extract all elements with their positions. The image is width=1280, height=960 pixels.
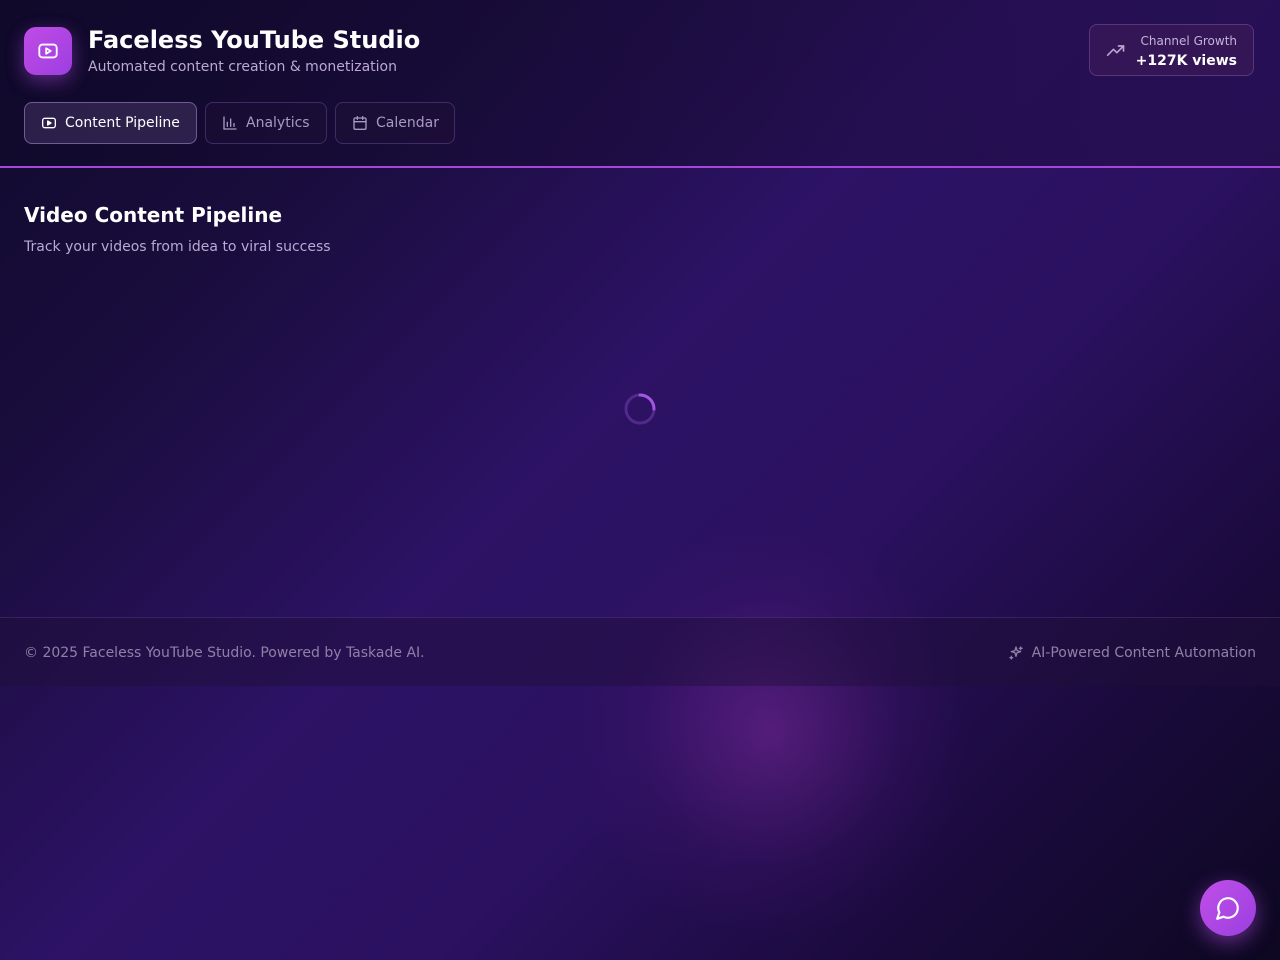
youtube-play-icon <box>37 40 59 62</box>
chat-button[interactable] <box>1200 880 1256 936</box>
channel-growth-value: +127K views <box>1135 53 1237 69</box>
channel-growth-label: Channel Growth <box>1140 34 1237 48</box>
page-title: Video Content Pipeline <box>24 203 283 227</box>
app-logo <box>24 27 72 75</box>
footer-tagline-group: AI-Powered Content Automation <box>1008 644 1256 662</box>
footer-tagline: AI-Powered Content Automation <box>1031 645 1256 661</box>
page-subtitle: Track your videos from idea to viral suc… <box>24 239 331 255</box>
tab-label: Analytics <box>246 115 310 131</box>
app-subtitle: Automated content creation & monetizatio… <box>88 59 397 75</box>
app-footer: © 2025 Faceless YouTube Studio. Powered … <box>0 617 1280 686</box>
chat-bubble-icon <box>1215 895 1241 921</box>
footer-copyright: © 2025 Faceless YouTube Studio. Powered … <box>24 645 425 661</box>
tab-analytics[interactable]: Analytics <box>205 102 327 144</box>
tab-calendar[interactable]: Calendar <box>335 102 455 144</box>
video-icon <box>41 115 57 131</box>
tab-label: Calendar <box>376 115 439 131</box>
channel-growth-card: Channel Growth +127K views <box>1089 24 1254 76</box>
app-header: Faceless YouTube Studio Automated conten… <box>0 0 1280 168</box>
tab-content-pipeline[interactable]: Content Pipeline <box>24 102 197 144</box>
calendar-icon <box>352 115 368 131</box>
loading-spinner-icon <box>623 392 657 426</box>
bar-chart-icon <box>222 115 238 131</box>
app-title: Faceless YouTube Studio <box>88 26 421 54</box>
trending-up-icon <box>1106 41 1126 61</box>
tab-label: Content Pipeline <box>65 115 180 131</box>
sparkles-icon <box>1008 645 1024 661</box>
